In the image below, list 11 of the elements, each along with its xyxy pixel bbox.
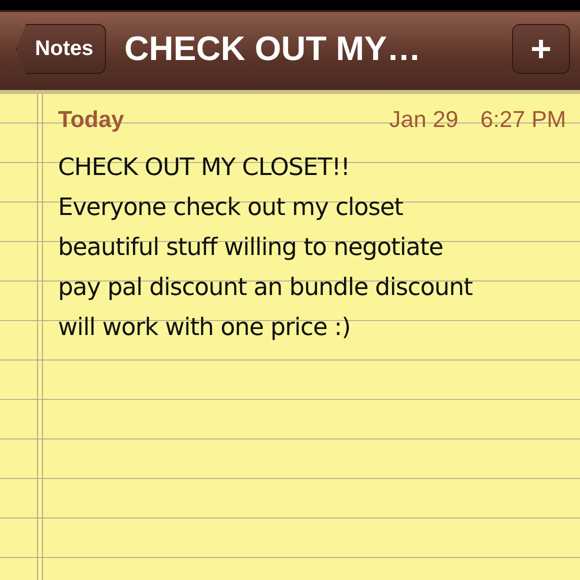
- add-button[interactable]: +: [512, 24, 570, 74]
- note-text-line: beautiful stuff willing to negotiate: [58, 232, 444, 263]
- note-text-line: Everyone check out my closet: [58, 192, 404, 223]
- note-text-line: CHECK OUT MY CLOSET!!: [58, 152, 351, 183]
- day-label: Today: [58, 106, 126, 133]
- note-time: 6:27 PM: [480, 106, 566, 133]
- note-title: CHECK OUT MY…: [124, 30, 422, 68]
- note-text-line: will work with one price :): [58, 312, 352, 343]
- note-text-line: pay pal discount an bundle discount: [58, 272, 474, 303]
- note-date: Jan 29: [389, 106, 458, 133]
- back-button[interactable]: Notes: [16, 24, 106, 74]
